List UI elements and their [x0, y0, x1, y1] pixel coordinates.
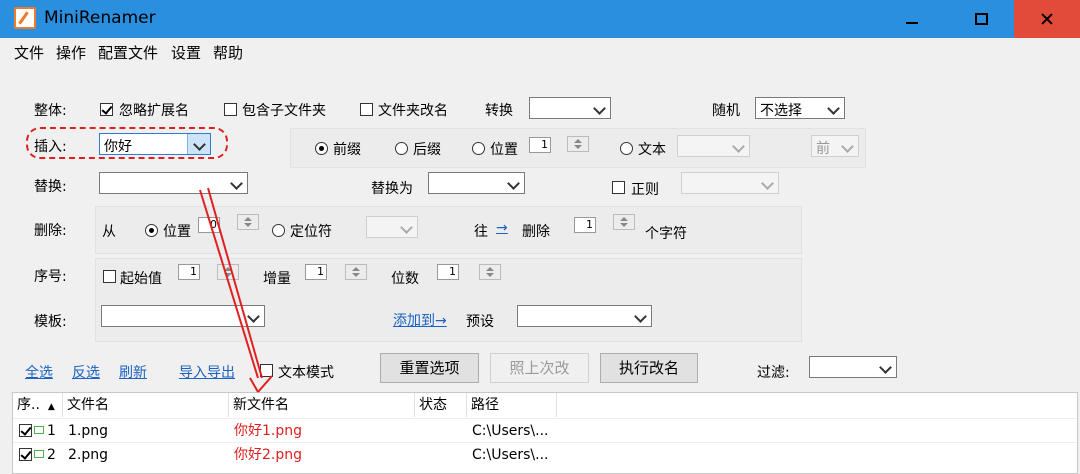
annotation-arrow-lines — [199, 187, 273, 393]
annotation-arrows — [199, 187, 273, 393]
